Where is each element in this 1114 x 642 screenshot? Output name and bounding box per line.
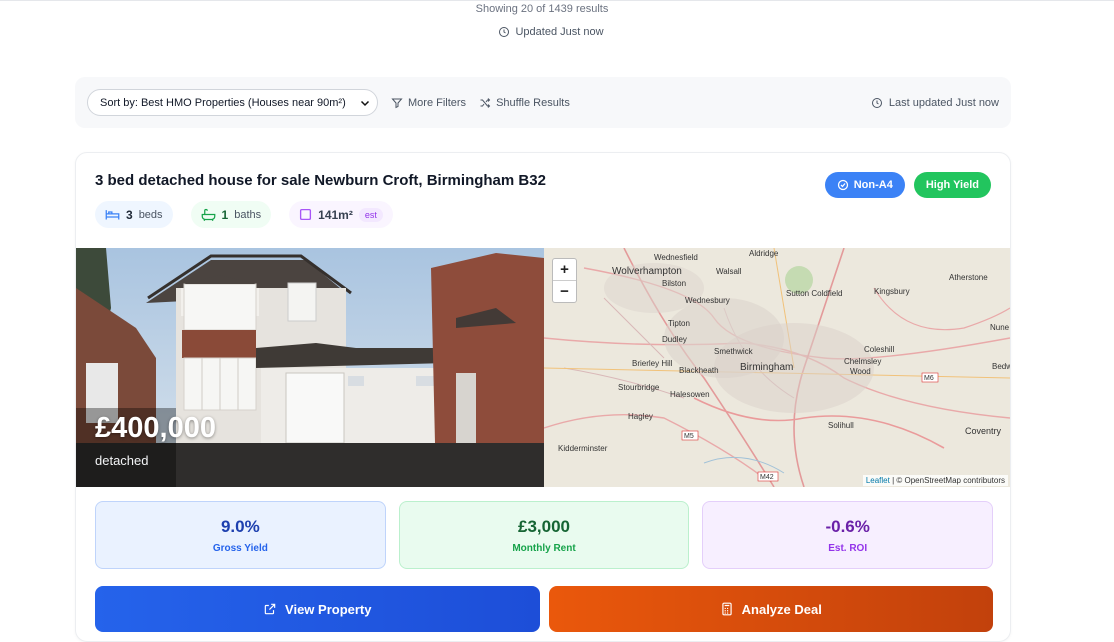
roi-value: -0.6% bbox=[825, 516, 870, 536]
svg-text:Bedw: Bedw bbox=[992, 362, 1010, 371]
updated-status: Updated Just now bbox=[0, 26, 1102, 38]
svg-text:M5: M5 bbox=[684, 433, 694, 440]
svg-text:Hagley: Hagley bbox=[628, 412, 653, 421]
action-buttons: View Property Analyze Deal bbox=[95, 586, 993, 632]
high-yield-label: High Yield bbox=[925, 179, 979, 191]
svg-text:Walsall: Walsall bbox=[716, 267, 742, 276]
gross-yield-label: Gross Yield bbox=[212, 542, 268, 554]
property-type: detached bbox=[95, 453, 149, 468]
sort-label: Sort by: Best HMO Properties (Houses nea… bbox=[100, 96, 346, 109]
location-map[interactable]: Wednesfield Aldridge Wolverhampton Walsa… bbox=[544, 248, 1010, 487]
high-yield-badge: High Yield bbox=[913, 172, 991, 198]
area-spec: 141m² est bbox=[289, 201, 393, 228]
check-circle-icon bbox=[837, 179, 848, 191]
top-divider bbox=[0, 0, 1114, 1]
zoom-in-button[interactable]: + bbox=[553, 259, 576, 281]
monthly-rent-value: £3,000 bbox=[518, 516, 570, 536]
estimate-tag: est bbox=[358, 207, 383, 222]
svg-text:Sutton Coldfield: Sutton Coldfield bbox=[786, 289, 842, 298]
svg-text:Coleshill: Coleshill bbox=[864, 345, 894, 354]
svg-text:Dudley: Dudley bbox=[662, 335, 687, 344]
more-filters-label: More Filters bbox=[408, 96, 467, 109]
square-icon bbox=[300, 208, 312, 221]
property-photo[interactable]: £400,000 detached bbox=[76, 248, 544, 487]
svg-text:Wednesfield: Wednesfield bbox=[654, 253, 698, 262]
roi-card: -0.6% Est. ROI bbox=[702, 501, 994, 569]
clock-icon bbox=[499, 27, 510, 37]
svg-text:M6: M6 bbox=[924, 375, 934, 382]
property-title[interactable]: 3 bed detached house for sale Newburn Cr… bbox=[95, 172, 546, 189]
external-link-icon bbox=[264, 603, 276, 615]
roi-label: Est. ROI bbox=[828, 542, 868, 554]
svg-text:Kidderminster: Kidderminster bbox=[558, 444, 608, 453]
last-updated-text: Last updated Just now bbox=[888, 96, 999, 109]
badge-group: Non-A4 High Yield bbox=[824, 172, 991, 198]
house-photo-image bbox=[76, 248, 544, 487]
svg-text:Solihull: Solihull bbox=[828, 421, 854, 430]
analyze-deal-button[interactable]: Analyze Deal bbox=[548, 586, 993, 632]
svg-text:Atherstone: Atherstone bbox=[949, 273, 988, 282]
baths-spec: 1 baths bbox=[190, 201, 272, 228]
monthly-rent-label: Monthly Rent bbox=[512, 542, 576, 554]
filter-icon bbox=[391, 98, 403, 108]
map-attribution: Leaflet | © OpenStreetMap contributors bbox=[862, 475, 1008, 486]
svg-text:Stourbridge: Stourbridge bbox=[618, 383, 660, 392]
shuffle-icon bbox=[480, 97, 491, 108]
beds-count: 3 bbox=[126, 207, 133, 222]
area-value: 141m² bbox=[318, 207, 353, 222]
sort-select[interactable]: Sort by: Best HMO Properties (Houses nea… bbox=[87, 89, 378, 116]
metrics-row: 9.0% Gross Yield £3,000 Monthly Rent -0.… bbox=[95, 501, 994, 569]
gross-yield-value: 9.0% bbox=[220, 516, 260, 536]
svg-text:Brierley Hill: Brierley Hill bbox=[632, 359, 673, 368]
svg-text:M42: M42 bbox=[760, 474, 774, 481]
baths-label: baths bbox=[234, 208, 262, 221]
gross-yield-card: 9.0% Gross Yield bbox=[95, 501, 386, 569]
beds-label: beds bbox=[138, 208, 163, 221]
bath-icon bbox=[201, 208, 215, 221]
property-price: £400,000 bbox=[95, 412, 216, 444]
svg-text:Coventry: Coventry bbox=[965, 426, 1002, 436]
chevron-down-icon bbox=[360, 100, 370, 106]
shuffle-button[interactable]: Shuffle Results bbox=[479, 97, 570, 109]
baths-count: 1 bbox=[221, 207, 229, 222]
svg-text:Wood: Wood bbox=[850, 367, 871, 376]
svg-text:Tipton: Tipton bbox=[668, 319, 690, 328]
leaflet-link[interactable]: Leaflet bbox=[866, 476, 890, 485]
svg-text:Chelmsley: Chelmsley bbox=[844, 357, 881, 366]
svg-text:Blackheath: Blackheath bbox=[679, 366, 719, 375]
last-updated: Last updated Just now bbox=[871, 97, 999, 109]
shuffle-label: Shuffle Results bbox=[496, 96, 570, 109]
svg-text:Nune: Nune bbox=[990, 323, 1010, 332]
filter-toolbar: Sort by: Best HMO Properties (Houses nea… bbox=[75, 77, 1011, 128]
svg-text:Wednesbury: Wednesbury bbox=[685, 296, 730, 305]
view-property-label: View Property bbox=[285, 601, 372, 617]
zoom-out-button[interactable]: − bbox=[553, 281, 576, 302]
results-count: Showing 20 of 1439 results bbox=[475, 3, 609, 15]
svg-text:Wolverhampton: Wolverhampton bbox=[612, 266, 682, 277]
clock-icon bbox=[871, 97, 882, 108]
analyze-deal-label: Analyze Deal bbox=[741, 601, 822, 617]
svg-text:Birmingham: Birmingham bbox=[740, 362, 793, 373]
view-property-button[interactable]: View Property bbox=[95, 586, 540, 632]
non-a4-label: Non-A4 bbox=[853, 179, 893, 191]
map-zoom-control: + − bbox=[552, 258, 577, 303]
bed-icon bbox=[105, 210, 120, 220]
beds-spec: 3 beds bbox=[95, 201, 173, 228]
updated-text: Updated Just now bbox=[515, 26, 604, 38]
svg-text:Smethwick: Smethwick bbox=[714, 347, 754, 356]
osm-attribution[interactable]: | © OpenStreetMap contributors bbox=[892, 476, 1005, 485]
non-a4-badge: Non-A4 bbox=[824, 172, 905, 198]
map-tiles: Wednesfield Aldridge Wolverhampton Walsa… bbox=[544, 248, 1010, 487]
property-specs: 3 beds 1 baths 141m² est bbox=[95, 201, 393, 228]
calculator-icon bbox=[721, 602, 732, 616]
svg-text:Aldridge: Aldridge bbox=[749, 249, 779, 258]
svg-text:Bilston: Bilston bbox=[662, 279, 686, 288]
property-card: 3 bed detached house for sale Newburn Cr… bbox=[75, 152, 1011, 642]
svg-text:Kingsbury: Kingsbury bbox=[874, 287, 910, 296]
monthly-rent-card: £3,000 Monthly Rent bbox=[398, 501, 690, 569]
more-filters-button[interactable]: More Filters bbox=[391, 97, 466, 109]
svg-text:Halesowen: Halesowen bbox=[670, 390, 710, 399]
